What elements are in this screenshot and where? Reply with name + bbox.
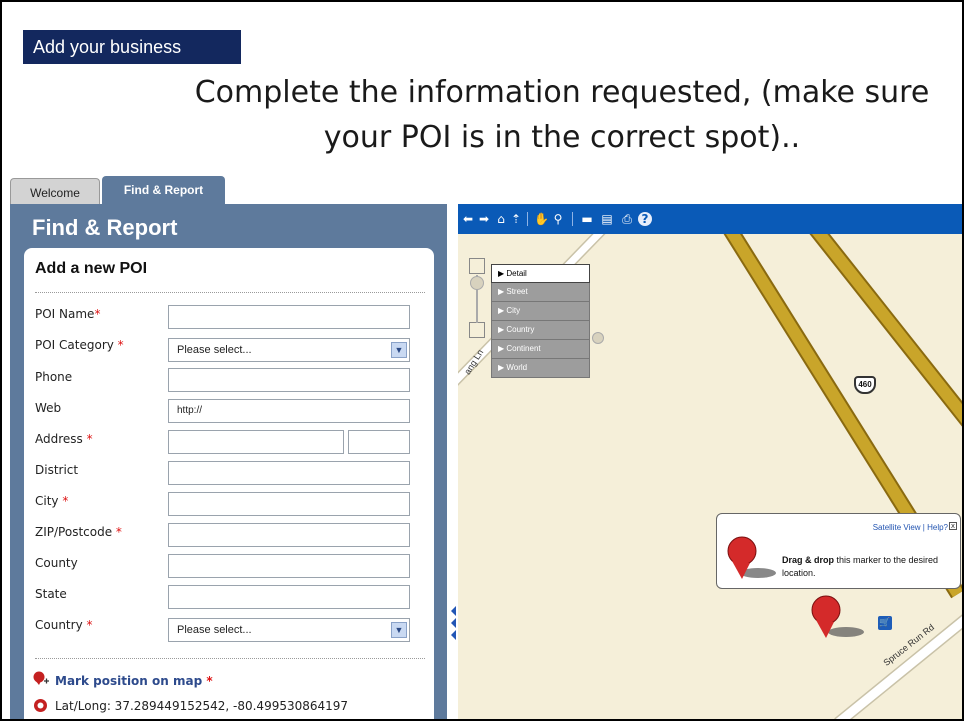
divider — [35, 292, 425, 293]
draggable-marker-icon[interactable] — [808, 594, 868, 644]
route-shield: 460 — [854, 376, 876, 394]
home-icon[interactable]: ⌂ — [495, 212, 507, 226]
zoom-box-top[interactable] — [469, 258, 485, 274]
poi-name-input[interactable] — [168, 305, 410, 329]
mark-position-link[interactable]: Mark position on map * — [55, 674, 213, 688]
headline: Complete the information requested, (mak… — [194, 75, 930, 155]
help-icon[interactable]: ? — [638, 212, 652, 226]
tab-find-report[interactable]: Find & Report — [102, 176, 225, 204]
country-label: Country * — [35, 618, 93, 632]
city-label: City * — [35, 494, 69, 508]
zoom-item-detail[interactable]: ▶ Detail — [491, 264, 590, 283]
banner: Add your business — [23, 30, 241, 64]
address-number-input[interactable] — [348, 430, 410, 454]
north-arrow-icon[interactable]: ⇡ — [510, 212, 522, 226]
phone-label: Phone — [35, 370, 73, 384]
shopping-cart-icon[interactable]: 🛒 — [878, 616, 892, 630]
poi-category-label: POI Category * — [35, 338, 124, 352]
zoom-slider-knob[interactable] — [470, 276, 484, 290]
chevron-down-icon[interactable]: ▼ — [391, 342, 407, 358]
poi-category-value: Please select... — [177, 344, 252, 356]
print-icon[interactable]: ⎙ — [620, 212, 634, 226]
zoom-in-icon[interactable]: ⚲ — [551, 212, 565, 226]
county-input[interactable] — [168, 554, 410, 578]
district-input[interactable] — [168, 461, 410, 485]
form-title: Add a new POI — [35, 260, 148, 277]
chevron-left-icon — [451, 618, 456, 628]
country-select[interactable]: Please select... ▼ — [168, 618, 410, 642]
zoom-box-bottom[interactable] — [469, 322, 485, 338]
popup-instructions: Drag & drop this marker to the desired l… — [782, 555, 939, 578]
satellite-help-links[interactable]: Satellite View | Help? — [873, 523, 948, 532]
tab-welcome[interactable]: Welcome — [10, 178, 100, 204]
zoom-item-continent[interactable]: ▶ Continent — [491, 340, 590, 359]
zoom-level-menu: ▶ Detail ▶ Street ▶ City ▶ Country ▶ Con… — [491, 264, 590, 378]
marker-icon — [727, 536, 776, 579]
address-label: Address * — [35, 432, 93, 446]
state-label: State — [35, 587, 67, 601]
web-label: Web — [35, 401, 62, 415]
arrow-right-icon[interactable]: ➡ — [478, 212, 490, 226]
marker-add-icon[interactable] — [32, 670, 50, 688]
panel-collapse-handle[interactable] — [451, 606, 457, 642]
zoom-item-world[interactable]: ▶ World — [491, 359, 590, 378]
chevron-down-icon[interactable]: ▼ — [391, 622, 407, 638]
address-street-input[interactable] — [168, 430, 344, 454]
pan-hand-icon[interactable]: ✋ — [534, 212, 549, 226]
toolbar-divider — [527, 212, 528, 226]
slide: Add your business Complete the informati… — [0, 0, 964, 721]
zoom-item-city[interactable]: ▶ City — [491, 302, 590, 321]
panel-title: Find & Report — [32, 215, 178, 240]
chevron-left-icon — [451, 630, 456, 640]
web-input[interactable]: http:// — [168, 399, 410, 423]
city-input[interactable] — [168, 492, 410, 516]
country-value: Please select... — [177, 624, 252, 636]
poi-category-select[interactable]: Please select... ▼ — [168, 338, 410, 362]
latlong-readout: Lat/Long: 37.289449152542, -80.499530864… — [55, 699, 349, 713]
zoom-knob-right[interactable] — [592, 332, 604, 344]
county-label: County — [35, 556, 78, 570]
map-toolbar: ⬅ ➡ ⌂ ⇡ ✋ ⚲ ▬ ▤ ⎙ ? — [458, 204, 962, 234]
toolbar-divider — [572, 212, 573, 226]
zoom-item-street[interactable]: ▶ Street — [491, 283, 590, 302]
zip-label: ZIP/Postcode * — [35, 525, 122, 539]
close-icon[interactable]: x — [949, 522, 957, 530]
poi-name-label: POI Name* — [35, 307, 101, 321]
layers-icon[interactable]: ▤ — [599, 212, 615, 226]
state-input[interactable] — [168, 585, 410, 609]
zip-input[interactable] — [168, 523, 410, 547]
chevron-left-icon — [451, 606, 456, 616]
divider — [35, 658, 425, 659]
zoom-item-country[interactable]: ▶ Country — [491, 321, 590, 340]
district-label: District — [35, 463, 79, 477]
arrow-left-icon[interactable]: ⬅ — [462, 212, 474, 226]
ruler-icon[interactable]: ▬ — [579, 212, 595, 226]
phone-input[interactable] — [168, 368, 410, 392]
location-target-icon — [34, 699, 47, 712]
